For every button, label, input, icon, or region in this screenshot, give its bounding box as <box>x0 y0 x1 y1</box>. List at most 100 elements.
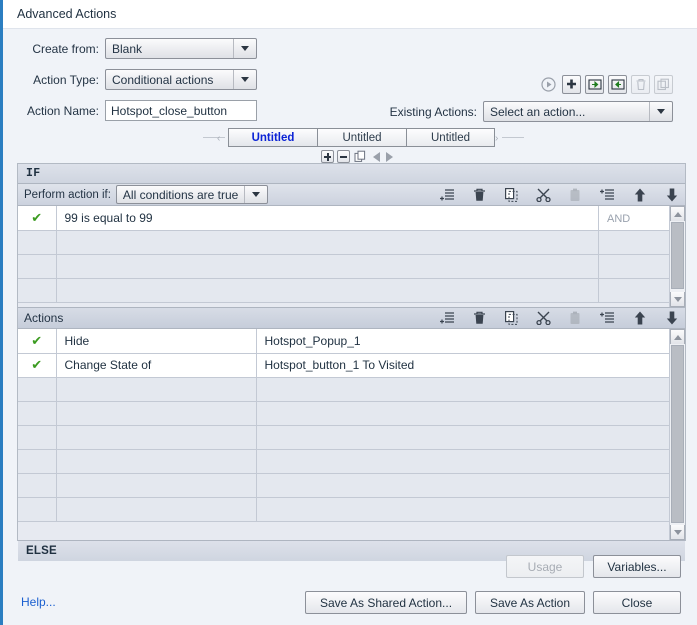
action-target-cell[interactable]: Hotspot_button_1 To Visited <box>256 353 671 378</box>
table-row[interactable] <box>18 497 671 522</box>
table-row[interactable] <box>18 401 671 426</box>
action-name-cell[interactable] <box>56 497 257 522</box>
action-enabled-check[interactable] <box>18 473 57 498</box>
condition-expression[interactable] <box>56 278 599 303</box>
insert-row-icon[interactable] <box>600 187 615 202</box>
action-target-cell[interactable] <box>256 377 671 402</box>
condition-enabled-check[interactable] <box>18 278 57 303</box>
move-down-icon[interactable] <box>664 187 679 202</box>
action-enabled-check[interactable]: ✔ <box>18 353 57 378</box>
action-target-cell[interactable] <box>256 449 671 474</box>
action-name-cell[interactable] <box>56 473 257 498</box>
duplicate-action-icon <box>654 75 673 94</box>
previous-tab-button[interactable] <box>373 151 380 162</box>
action-enabled-check[interactable] <box>18 449 57 474</box>
condition-expression[interactable]: 99 is equal to 99 <box>56 206 599 231</box>
action-target-cell[interactable] <box>256 425 671 450</box>
add-tab-button[interactable] <box>321 150 334 163</box>
scroll-up-button[interactable] <box>670 329 685 344</box>
table-row[interactable] <box>18 230 671 255</box>
scroll-down-button[interactable] <box>670 292 685 307</box>
export-action-icon[interactable] <box>585 75 604 94</box>
cut-row-icon[interactable] <box>536 187 551 202</box>
save-as-action-button[interactable]: Save As Action <box>475 591 585 614</box>
action-target-cell[interactable] <box>256 473 671 498</box>
existing-actions-value: Select an action... <box>490 104 586 119</box>
action-enabled-check[interactable] <box>18 377 57 402</box>
move-up-icon[interactable] <box>632 187 647 202</box>
action-name-cell[interactable] <box>56 449 257 474</box>
conditions-scrollbar[interactable] <box>669 206 685 307</box>
delete-row-icon[interactable] <box>472 187 487 202</box>
move-down-icon[interactable] <box>664 311 679 326</box>
perform-action-select[interactable]: All conditions are true <box>115 185 268 204</box>
preview-icon[interactable] <box>539 75 558 94</box>
scrollbar-thumb[interactable] <box>671 345 684 523</box>
action-target-cell[interactable]: Hotspot_Popup_1 <box>256 329 671 354</box>
table-row[interactable] <box>18 254 671 279</box>
action-name-cell[interactable]: Hide <box>56 329 257 354</box>
table-row[interactable] <box>18 278 671 303</box>
action-enabled-check[interactable] <box>18 401 57 426</box>
actions-scrollbar[interactable] <box>669 329 685 540</box>
tab-controls <box>321 150 393 163</box>
table-row[interactable]: ✔ 99 is equal to 99 AND <box>18 206 671 231</box>
duplicate-tab-button[interactable] <box>354 150 367 163</box>
copy-row-icon[interactable] <box>504 187 519 202</box>
tab-scroll-left-icon[interactable]: ‹ <box>217 133 220 144</box>
next-tab-button[interactable] <box>386 151 393 162</box>
action-name-cell[interactable] <box>56 401 257 426</box>
create-from-select[interactable]: Blank <box>105 38 257 59</box>
action-enabled-check[interactable] <box>18 425 57 450</box>
table-row[interactable] <box>18 425 671 450</box>
add-action-icon[interactable] <box>562 75 581 94</box>
delete-row-icon[interactable] <box>472 311 487 326</box>
condition-expression[interactable] <box>56 230 599 255</box>
condition-enabled-check[interactable] <box>18 230 57 255</box>
action-enabled-check[interactable] <box>18 497 57 522</box>
tab-untitled-2[interactable]: Untitled <box>317 128 406 147</box>
condition-operator[interactable]: AND <box>598 206 671 231</box>
condition-operator[interactable] <box>598 254 671 279</box>
table-row[interactable]: ✔ Change State of Hotspot_button_1 To Vi… <box>18 353 671 378</box>
add-row-icon[interactable] <box>440 311 455 326</box>
action-target-cell[interactable] <box>256 497 671 522</box>
action-name-cell[interactable]: Change State of <box>56 353 257 378</box>
scroll-down-button[interactable] <box>670 525 685 540</box>
tab-untitled-1[interactable]: Untitled <box>228 128 317 147</box>
tab-untitled-3[interactable]: Untitled <box>406 128 495 147</box>
action-target-cell[interactable] <box>256 401 671 426</box>
action-name-cell[interactable] <box>56 377 257 402</box>
import-action-icon[interactable] <box>608 75 627 94</box>
cut-row-icon[interactable] <box>536 311 551 326</box>
scroll-up-button[interactable] <box>670 206 685 221</box>
tab-scroll-right-icon[interactable]: › <box>495 133 498 144</box>
actions-row-toolbar <box>440 308 679 328</box>
variables-button[interactable]: Variables... <box>593 555 681 578</box>
action-type-select[interactable]: Conditional actions <box>105 69 257 90</box>
existing-actions-select[interactable]: Select an action... <box>483 101 673 122</box>
scrollbar-thumb[interactable] <box>671 222 684 289</box>
help-link[interactable]: Help... <box>21 595 56 609</box>
table-row[interactable]: ✔ Hide Hotspot_Popup_1 <box>18 329 671 354</box>
table-row[interactable] <box>18 449 671 474</box>
condition-enabled-check[interactable]: ✔ <box>18 206 57 231</box>
conditions-grid-wrap: ✔ 99 is equal to 99 AND <box>18 206 685 307</box>
condition-operator[interactable] <box>598 230 671 255</box>
table-row[interactable] <box>18 473 671 498</box>
add-row-icon[interactable] <box>440 187 455 202</box>
insert-row-icon[interactable] <box>600 311 615 326</box>
action-name-input[interactable]: Hotspot_close_button <box>105 100 257 121</box>
tab-rail-right <box>502 137 524 138</box>
condition-enabled-check[interactable] <box>18 254 57 279</box>
save-as-shared-action-button[interactable]: Save As Shared Action... <box>305 591 467 614</box>
action-name-cell[interactable] <box>56 425 257 450</box>
move-up-icon[interactable] <box>632 311 647 326</box>
condition-operator[interactable] <box>598 278 671 303</box>
action-enabled-check[interactable]: ✔ <box>18 329 57 354</box>
copy-row-icon[interactable] <box>504 311 519 326</box>
table-row[interactable] <box>18 377 671 402</box>
condition-expression[interactable] <box>56 254 599 279</box>
close-button[interactable]: Close <box>593 591 681 614</box>
remove-tab-button[interactable] <box>337 150 350 163</box>
